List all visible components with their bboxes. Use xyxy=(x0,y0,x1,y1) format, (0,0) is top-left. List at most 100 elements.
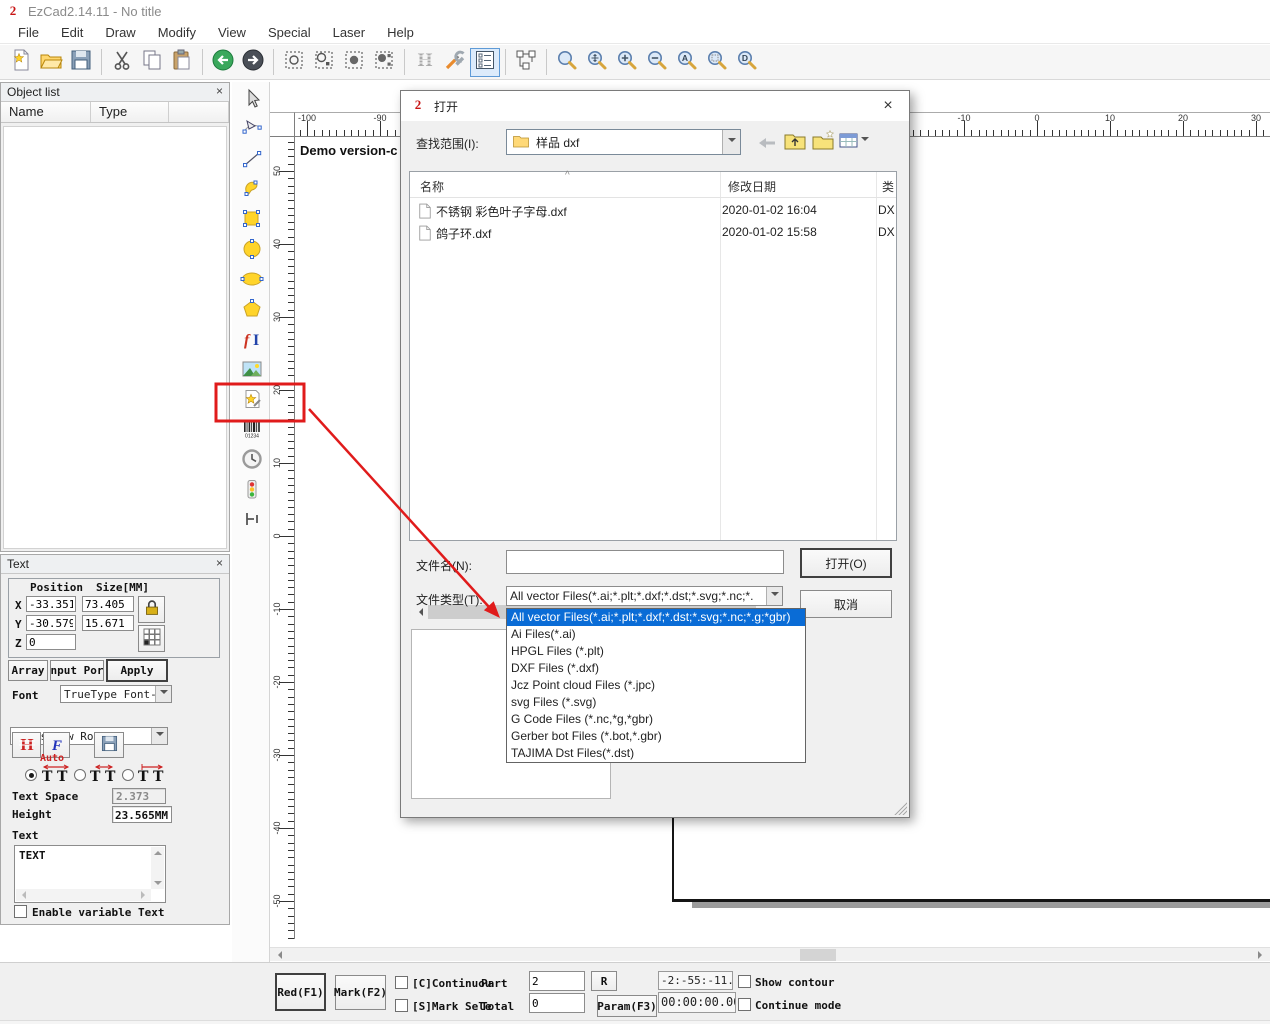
scroll-up-icon[interactable] xyxy=(154,847,162,855)
mark-selected-checkbox[interactable] xyxy=(395,999,408,1012)
total-count-field[interactable] xyxy=(529,993,585,1013)
file-type-option[interactable]: HPGL Files (*.plt) xyxy=(507,643,805,660)
dialog-close-button[interactable]: × xyxy=(867,91,909,121)
vector-file-tool-button[interactable] xyxy=(238,388,265,415)
chevron-down-icon[interactable] xyxy=(155,686,171,702)
scroll-left-icon[interactable] xyxy=(270,948,286,962)
up-one-level-button[interactable] xyxy=(783,130,807,155)
polygon-tool-button[interactable] xyxy=(238,298,265,325)
auto-space-radio[interactable] xyxy=(25,769,37,781)
look-in-combobox[interactable]: 样品 dxf xyxy=(506,129,741,155)
sort-ascending-icon[interactable]: ^ xyxy=(565,170,570,181)
file-type-option[interactable]: Gerber bot Files (*.bot,*.gbr) xyxy=(507,728,805,745)
text-horizontal-scrollbar[interactable] xyxy=(16,889,151,901)
cut-button[interactable] xyxy=(107,48,137,77)
back-button[interactable] xyxy=(756,133,778,156)
line-tool-button[interactable] xyxy=(238,148,265,175)
menu-item-draw[interactable]: Draw xyxy=(95,23,145,42)
param-button[interactable]: Param(F3) xyxy=(597,995,657,1017)
mark-button[interactable]: Mark(F2) xyxy=(335,975,386,1010)
cancel-button[interactable]: 取消 xyxy=(800,590,892,618)
dialog-title-bar[interactable]: 2 打开 xyxy=(401,91,909,121)
zoom-page-button[interactable]: D xyxy=(732,48,762,77)
char-space-radio[interactable] xyxy=(74,769,86,781)
open-button[interactable] xyxy=(36,48,66,77)
file-type-option[interactable]: svg Files (*.svg) xyxy=(507,694,805,711)
io-control-tool-button[interactable] xyxy=(238,478,265,505)
object-property-button[interactable] xyxy=(470,48,500,77)
menu-item-help[interactable]: Help xyxy=(377,23,424,42)
save-text-button[interactable] xyxy=(94,732,124,758)
font-type-combobox[interactable]: TrueType Font-15 xyxy=(60,685,172,703)
file-row[interactable]: 不锈钢 彩色叶子字母.dxf 2020-01-02 16:04 DXF xyxy=(410,200,896,222)
zoom-move-button[interactable] xyxy=(582,48,612,77)
chevron-down-icon[interactable] xyxy=(766,587,782,605)
ellipse-tool-button[interactable] xyxy=(238,268,265,295)
barcode-tool-button[interactable]: 01234 xyxy=(238,418,265,445)
snap-point-button[interactable] xyxy=(339,48,369,77)
menu-item-edit[interactable]: Edit xyxy=(51,23,93,42)
menu-item-file[interactable]: File xyxy=(8,23,49,42)
file-type-option[interactable]: G Code Files (*.nc,*g,*gbr) xyxy=(507,711,805,728)
scroll-right-icon[interactable] xyxy=(141,891,149,899)
view-menu-button[interactable] xyxy=(839,132,869,150)
apply-button[interactable]: Apply xyxy=(106,659,168,682)
text-content-input[interactable]: TEXT xyxy=(14,845,166,903)
zoom-in-button[interactable] xyxy=(612,48,642,77)
file-type-combobox[interactable]: All vector Files(*.ai;*.plt;*.dxf;*.dst;… xyxy=(506,586,783,606)
red-preview-button[interactable]: Red(F1) xyxy=(275,973,326,1011)
text-tool-button[interactable]: fI xyxy=(238,328,265,355)
array-button[interactable]: Array xyxy=(8,660,48,681)
column-header-type[interactable]: Type xyxy=(91,102,169,122)
menu-item-special[interactable]: Special xyxy=(258,23,321,42)
column-type[interactable]: 类 xyxy=(882,178,894,195)
file-row[interactable]: 鸽子环.dxf 2020-01-02 15:58 DXF xyxy=(410,222,896,244)
scroll-right-icon[interactable] xyxy=(1254,948,1270,962)
snap-object-button[interactable] xyxy=(279,48,309,77)
show-contour-checkbox[interactable] xyxy=(738,975,751,988)
file-list[interactable]: 名称 ^ 修改日期 类 不锈钢 彩色叶子字母.dxf 2020-01-02 16… xyxy=(409,171,897,541)
input-port-button[interactable]: nput Por xyxy=(50,660,104,681)
x-size-field[interactable] xyxy=(82,596,134,612)
chevron-down-icon[interactable] xyxy=(722,130,740,154)
bitmap-tool-button[interactable] xyxy=(238,358,265,385)
scroll-down-icon[interactable] xyxy=(154,881,162,889)
curve-tool-button[interactable] xyxy=(238,178,265,205)
zoom-window-button[interactable] xyxy=(552,48,582,77)
enable-variable-text-checkbox[interactable] xyxy=(14,905,27,918)
node-edit-tool-button[interactable] xyxy=(238,118,265,145)
x-position-field[interactable] xyxy=(26,596,76,612)
paste-button[interactable] xyxy=(167,48,197,77)
y-position-field[interactable] xyxy=(26,615,76,631)
canvas-horizontal-scrollbar[interactable] xyxy=(270,947,1270,961)
part-count-field[interactable] xyxy=(529,971,585,991)
input-port-tool-button[interactable] xyxy=(238,508,265,535)
text-panel-close-icon[interactable]: × xyxy=(216,556,223,570)
menu-item-view[interactable]: View xyxy=(208,23,256,42)
scroll-left-icon[interactable] xyxy=(18,891,26,899)
height-field[interactable]: 23.565MM xyxy=(112,806,172,823)
zoom-object-button[interactable] xyxy=(702,48,732,77)
rectangle-tool-button[interactable] xyxy=(238,208,265,235)
title-bar[interactable]: 2 EzCad2.14.11 - No title xyxy=(0,0,1270,22)
object-list-close-icon[interactable]: × xyxy=(216,84,223,98)
undo-button[interactable] xyxy=(208,48,238,77)
copy-button[interactable] xyxy=(137,48,167,77)
file-type-option[interactable]: All vector Files(*.ai;*.plt;*.dxf;*.dst;… xyxy=(507,609,805,626)
object-list-body[interactable] xyxy=(3,126,227,549)
hatch-button[interactable]: H xyxy=(410,48,440,77)
lock-ratio-button[interactable] xyxy=(138,596,165,623)
column-header-name[interactable]: Name xyxy=(1,102,91,122)
scrollbar-thumb[interactable] xyxy=(800,949,836,961)
file-type-option[interactable]: Ai Files(*.ai) xyxy=(507,626,805,643)
z-position-field[interactable] xyxy=(26,634,76,650)
select-tool-button[interactable] xyxy=(238,88,265,115)
file-name-input[interactable] xyxy=(506,550,784,574)
save-button[interactable] xyxy=(66,48,96,77)
snap-pixel-button[interactable] xyxy=(369,48,399,77)
snap-grid-button[interactable] xyxy=(309,48,339,77)
hatch-text-button[interactable]: H xyxy=(12,732,41,758)
zoom-out-button[interactable] xyxy=(642,48,672,77)
delay-tool-button[interactable] xyxy=(238,448,265,475)
column-name[interactable]: 名称 xyxy=(420,178,444,195)
